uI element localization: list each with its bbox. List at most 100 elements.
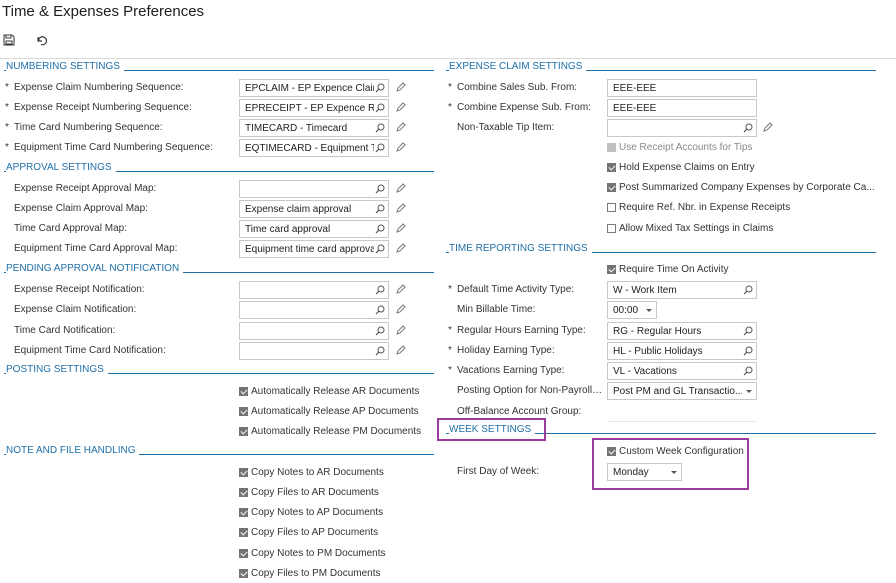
checkbox-box[interactable] bbox=[239, 549, 248, 558]
field-value: EEE-EEE bbox=[613, 103, 657, 114]
required-marker: * bbox=[448, 325, 452, 336]
field-label: Time Card Notification: bbox=[14, 325, 116, 336]
search-icon[interactable] bbox=[375, 83, 385, 93]
equipment-time-card-approval-selector[interactable]: Equipment time card approva bbox=[239, 240, 389, 258]
expense-receipt-notification-selector[interactable] bbox=[239, 281, 389, 299]
pencil-icon[interactable] bbox=[396, 203, 406, 213]
equipment-time-card-numbering-selector[interactable]: EQTIMECARD - Equipment T bbox=[239, 139, 389, 157]
required-marker: * bbox=[5, 142, 9, 153]
field-label: Expense Receipt Notification: bbox=[14, 284, 145, 295]
checkbox-box[interactable] bbox=[607, 163, 616, 172]
search-icon[interactable] bbox=[375, 285, 385, 295]
checkbox-box[interactable] bbox=[607, 224, 616, 233]
checkbox-box[interactable] bbox=[239, 569, 248, 578]
checkbox-box[interactable] bbox=[607, 203, 616, 212]
non-taxable-tip-selector[interactable] bbox=[607, 119, 757, 137]
regular-hours-selector[interactable]: RG - Regular Hours bbox=[607, 322, 757, 340]
field-label: Expense Claim Numbering Sequence: bbox=[14, 82, 184, 93]
checkbox-box[interactable] bbox=[239, 468, 248, 477]
search-icon[interactable] bbox=[743, 326, 753, 336]
min-billable-dropdown[interactable]: 00:00 bbox=[607, 301, 657, 319]
search-icon[interactable] bbox=[375, 346, 385, 356]
field-label: Time Card Numbering Sequence: bbox=[14, 122, 163, 133]
combine-sales-input[interactable]: EEE-EEE bbox=[607, 79, 757, 97]
search-icon[interactable] bbox=[375, 143, 385, 153]
undo-button[interactable] bbox=[32, 31, 50, 49]
save-button[interactable] bbox=[0, 31, 18, 49]
holiday-earning-selector[interactable]: HL - Public Holidays bbox=[607, 342, 757, 360]
equipment-time-card-approval-row: Equipment Time Card Approval Map: Equipm… bbox=[0, 240, 440, 258]
section-title: EXPENSE CLAIM SETTINGS bbox=[449, 61, 587, 72]
checkbox-box[interactable] bbox=[607, 183, 616, 192]
checkbox-box[interactable] bbox=[239, 488, 248, 497]
expense-claim-numbering-selector[interactable]: EPCLAIM - EP Expence Clair bbox=[239, 79, 389, 97]
expense-receipt-numbering-selector[interactable]: EPRECEIPT - EP Expence R bbox=[239, 99, 389, 117]
vacations-earning-row: * Vacations Earning Type: VL - Vacations bbox=[442, 362, 896, 380]
checkbox-box[interactable] bbox=[239, 528, 248, 537]
search-icon[interactable] bbox=[375, 244, 385, 254]
field-label: Off-Balance Account Group: bbox=[457, 406, 582, 417]
checkbox-label: Automatically Release AP Documents bbox=[251, 406, 419, 417]
pencil-icon[interactable] bbox=[396, 304, 406, 314]
min-billable-row: Min Billable Time: 00:00 bbox=[442, 301, 896, 319]
search-icon[interactable] bbox=[375, 123, 385, 133]
time-card-approval-row: Time Card Approval Map: Time card approv… bbox=[0, 220, 440, 238]
checkbox-box[interactable] bbox=[607, 143, 616, 152]
checkbox-box[interactable] bbox=[239, 508, 248, 517]
search-icon[interactable] bbox=[375, 326, 385, 336]
vacations-earning-selector[interactable]: VL - Vacations bbox=[607, 362, 757, 380]
field-value: EEE-EEE bbox=[613, 83, 657, 94]
checkbox-box[interactable] bbox=[607, 265, 616, 274]
pencil-icon[interactable] bbox=[396, 142, 406, 152]
search-icon[interactable] bbox=[375, 184, 385, 194]
checkbox-label: Post Summarized Company Expenses by Corp… bbox=[619, 182, 875, 193]
field-label: Posting Option for Non-Payroll ... bbox=[457, 385, 603, 396]
search-icon[interactable] bbox=[375, 103, 385, 113]
default-activity-selector[interactable]: W - Work Item bbox=[607, 281, 757, 299]
time-card-approval-selector[interactable]: Time card approval bbox=[239, 220, 389, 238]
pencil-icon[interactable] bbox=[396, 284, 406, 294]
field-label: Regular Hours Earning Type: bbox=[457, 325, 586, 336]
checkbox-box[interactable] bbox=[239, 387, 248, 396]
chevron-down-icon[interactable] bbox=[646, 309, 652, 312]
pencil-icon[interactable] bbox=[396, 223, 406, 233]
search-icon[interactable] bbox=[375, 224, 385, 234]
pencil-icon[interactable] bbox=[396, 102, 406, 112]
expense-claim-approval-row: Expense Claim Approval Map: Expense clai… bbox=[0, 200, 440, 218]
search-icon[interactable] bbox=[743, 346, 753, 356]
search-icon[interactable] bbox=[375, 305, 385, 315]
pencil-icon[interactable] bbox=[396, 325, 406, 335]
equipment-time-card-notification-selector[interactable] bbox=[239, 342, 389, 360]
pencil-icon[interactable] bbox=[396, 243, 406, 253]
search-icon[interactable] bbox=[743, 285, 753, 295]
time-card-notification-selector[interactable] bbox=[239, 322, 389, 340]
non-taxable-tip-row: Non-Taxable Tip Item: bbox=[442, 119, 896, 137]
pencil-icon[interactable] bbox=[396, 183, 406, 193]
expense-claim-approval-selector[interactable]: Expense claim approval bbox=[239, 200, 389, 218]
posting-option-dropdown[interactable]: Post PM and GL Transactio... bbox=[607, 382, 757, 400]
time-card-numbering-selector[interactable]: TIMECARD - Timecard bbox=[239, 119, 389, 137]
field-label: First Day of Week: bbox=[457, 466, 540, 477]
search-icon[interactable] bbox=[743, 366, 753, 376]
field-label: Min Billable Time: bbox=[457, 304, 536, 315]
search-icon[interactable] bbox=[743, 123, 753, 133]
checkbox-box[interactable] bbox=[239, 427, 248, 436]
section-title: POSTING SETTINGS bbox=[6, 364, 108, 375]
pencil-icon[interactable] bbox=[396, 82, 406, 92]
pencil-icon[interactable] bbox=[763, 122, 773, 132]
combine-expense-input[interactable]: EEE-EEE bbox=[607, 99, 757, 117]
field-value: EPCLAIM - EP Expence Clair bbox=[245, 83, 374, 94]
chevron-down-icon[interactable] bbox=[746, 390, 752, 393]
field-label: Default Time Activity Type: bbox=[457, 284, 575, 295]
holiday-earning-row: * Holiday Earning Type: HL - Public Holi… bbox=[442, 342, 896, 360]
field-value: Equipment time card approva bbox=[245, 244, 374, 255]
expense-claim-settings-header: EXPENSE CLAIM SETTINGS bbox=[442, 61, 896, 75]
pencil-icon[interactable] bbox=[396, 345, 406, 355]
expense-claim-notification-selector[interactable] bbox=[239, 301, 389, 319]
field-label: Time Card Approval Map: bbox=[14, 223, 128, 234]
pencil-icon[interactable] bbox=[396, 122, 406, 132]
search-icon[interactable] bbox=[375, 204, 385, 214]
expense-receipt-approval-selector[interactable] bbox=[239, 180, 389, 198]
numbering-settings-header: NUMBERING SETTINGS bbox=[0, 61, 440, 75]
checkbox-box[interactable] bbox=[239, 407, 248, 416]
